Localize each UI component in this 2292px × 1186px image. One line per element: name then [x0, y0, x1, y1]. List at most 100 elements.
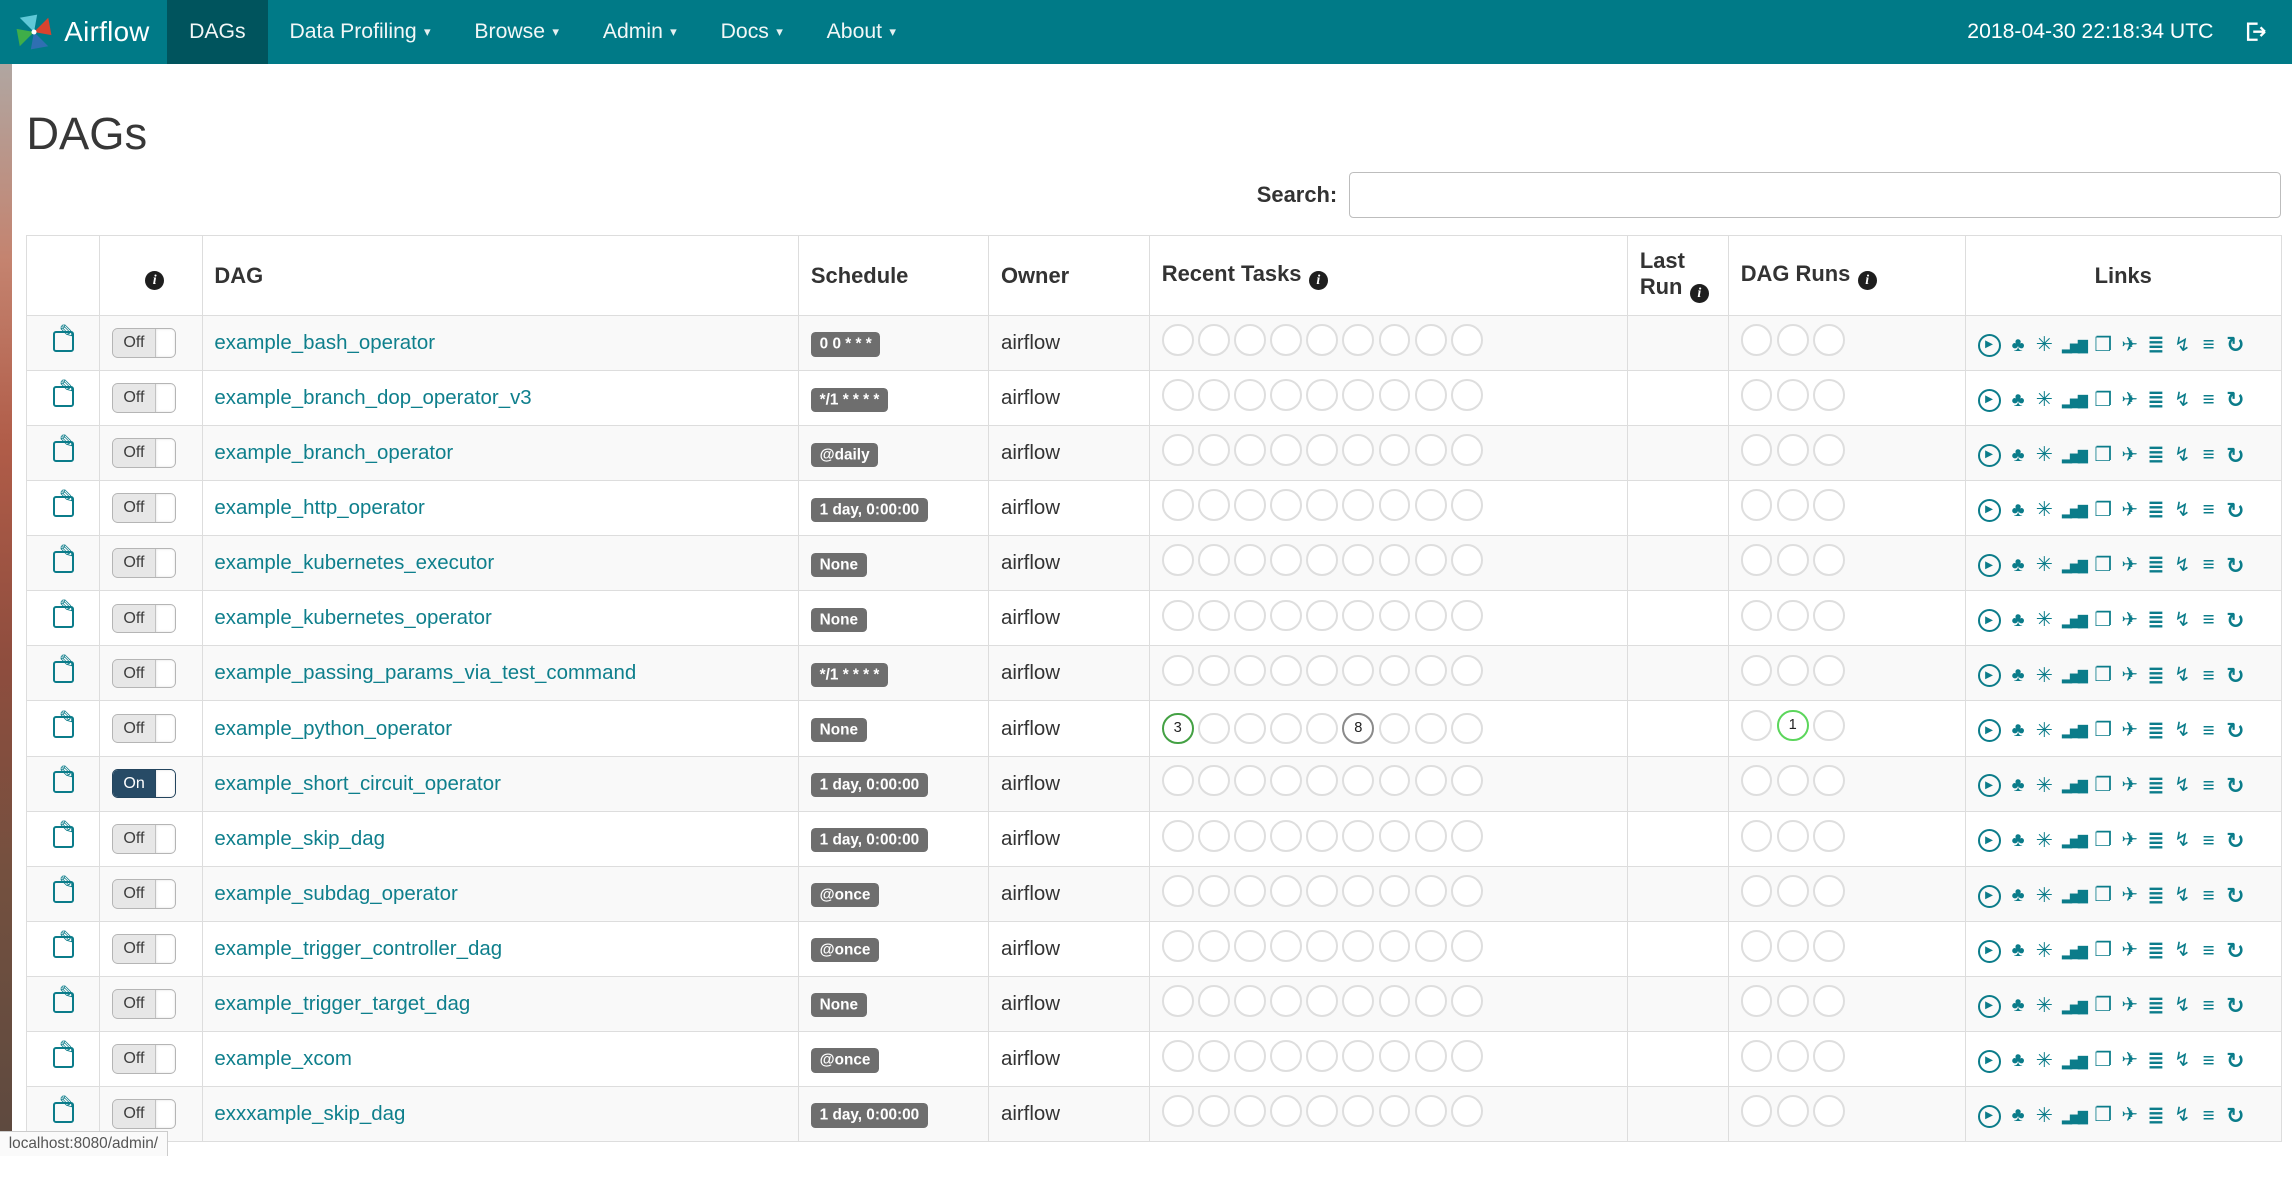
- task-state-circle[interactable]: [1270, 324, 1302, 356]
- tasks-duration-icon[interactable]: ▂▅▇: [2062, 669, 2086, 682]
- task-state-circle[interactable]: [1162, 875, 1194, 907]
- refresh-icon[interactable]: ↻: [2226, 830, 2244, 852]
- task-state-circle[interactable]: [1342, 434, 1374, 466]
- task-state-circle[interactable]: [1270, 489, 1302, 521]
- task-state-circle[interactable]: [1777, 1095, 1809, 1127]
- code-view-icon[interactable]: ↯: [2173, 1106, 2191, 1126]
- landing-times-icon[interactable]: ✈: [2121, 336, 2139, 356]
- edit-dag-button[interactable]: [53, 878, 75, 902]
- task-state-circle[interactable]: [1813, 324, 1845, 356]
- task-state-circle[interactable]: [1741, 434, 1773, 466]
- task-state-circle[interactable]: [1741, 655, 1773, 687]
- nav-item-dags[interactable]: DAGs: [167, 0, 267, 64]
- refresh-icon[interactable]: ↻: [2226, 334, 2244, 356]
- task-state-circle[interactable]: [1306, 489, 1338, 521]
- nav-item-admin[interactable]: Admin: [581, 0, 699, 64]
- code-view-icon[interactable]: ↯: [2173, 1051, 2191, 1071]
- task-state-circle[interactable]: [1451, 324, 1483, 356]
- task-state-circle[interactable]: [1451, 713, 1483, 745]
- tasks-duration-icon[interactable]: ▂▅▇: [2062, 1000, 2086, 1013]
- task-state-circle[interactable]: [1270, 1095, 1302, 1127]
- task-state-circle[interactable]: [1415, 544, 1447, 576]
- edit-dag-button[interactable]: [53, 934, 75, 958]
- task-state-circle[interactable]: [1342, 1040, 1374, 1072]
- task-tries-icon[interactable]: ❐: [2094, 501, 2112, 521]
- graph-view-icon[interactable]: ✳: [2036, 390, 2054, 410]
- landing-times-icon[interactable]: ✈: [2121, 831, 2139, 851]
- nav-item-docs[interactable]: Docs: [699, 0, 805, 64]
- task-state-circle[interactable]: [1415, 875, 1447, 907]
- task-state-circle[interactable]: [1741, 600, 1773, 632]
- dag-pause-toggle[interactable]: On: [112, 769, 176, 799]
- refresh-icon[interactable]: ↻: [2226, 610, 2244, 632]
- logs-icon[interactable]: ≡: [2200, 1051, 2218, 1071]
- trigger-dag-icon[interactable]: ▶: [1978, 609, 2001, 632]
- code-view-icon[interactable]: ↯: [2173, 391, 2191, 411]
- logs-icon[interactable]: ≡: [2200, 831, 2218, 851]
- task-state-circle[interactable]: [1379, 489, 1411, 521]
- task-state-circle[interactable]: [1306, 434, 1338, 466]
- landing-times-icon[interactable]: ✈: [2121, 556, 2139, 576]
- tasks-duration-icon[interactable]: ▂▅▇: [2062, 449, 2086, 462]
- dag-link[interactable]: example_trigger_target_dag: [214, 992, 470, 1015]
- trigger-dag-icon[interactable]: ▶: [1978, 885, 2001, 908]
- task-state-circle[interactable]: [1234, 875, 1266, 907]
- gantt-icon[interactable]: ≣: [2147, 996, 2165, 1016]
- task-state-circle[interactable]: [1415, 379, 1447, 411]
- task-state-circle[interactable]: [1342, 324, 1374, 356]
- edit-dag-button[interactable]: [53, 989, 75, 1013]
- task-tries-icon[interactable]: ❐: [2094, 556, 2112, 576]
- task-state-circle[interactable]: [1379, 930, 1411, 962]
- task-state-circle[interactable]: [1342, 765, 1374, 797]
- task-state-circle[interactable]: [1415, 655, 1447, 687]
- task-state-circle[interactable]: [1813, 820, 1845, 852]
- task-state-circle[interactable]: [1813, 489, 1845, 521]
- gantt-icon[interactable]: ≣: [2147, 445, 2165, 465]
- task-tries-icon[interactable]: ❐: [2094, 611, 2112, 631]
- task-state-circle[interactable]: [1342, 544, 1374, 576]
- trigger-dag-icon[interactable]: ▶: [1978, 444, 2001, 467]
- dag-link[interactable]: example_bash_operator: [214, 331, 435, 354]
- code-view-icon[interactable]: ↯: [2173, 556, 2191, 576]
- refresh-icon[interactable]: ↻: [2226, 720, 2244, 742]
- task-state-circle[interactable]: [1234, 600, 1266, 632]
- task-state-circle[interactable]: [1777, 544, 1809, 576]
- task-state-circle[interactable]: [1813, 765, 1845, 797]
- task-state-circle[interactable]: [1415, 985, 1447, 1017]
- task-state-circle[interactable]: [1451, 765, 1483, 797]
- logs-icon[interactable]: ≡: [2200, 445, 2218, 465]
- code-view-icon[interactable]: ↯: [2173, 721, 2191, 741]
- dag-pause-toggle[interactable]: Off: [112, 824, 176, 854]
- task-state-circle[interactable]: [1198, 434, 1230, 466]
- code-view-icon[interactable]: ↯: [2173, 996, 2191, 1016]
- logs-icon[interactable]: ≡: [2200, 390, 2218, 410]
- dag-pause-toggle[interactable]: Off: [112, 548, 176, 578]
- task-state-circle[interactable]: [1162, 600, 1194, 632]
- task-state-circle[interactable]: [1270, 379, 1302, 411]
- code-view-icon[interactable]: ↯: [2173, 611, 2191, 631]
- task-state-circle[interactable]: [1306, 713, 1338, 745]
- task-state-circle[interactable]: [1415, 713, 1447, 745]
- trigger-dag-icon[interactable]: ▶: [1978, 554, 2001, 577]
- tasks-duration-icon[interactable]: ▂▅▇: [2062, 394, 2086, 407]
- task-state-circle[interactable]: [1451, 985, 1483, 1017]
- task-state-circle[interactable]: [1451, 489, 1483, 521]
- task-state-circle[interactable]: [1306, 544, 1338, 576]
- dag-link[interactable]: example_python_operator: [214, 717, 452, 740]
- dag-pause-toggle[interactable]: Off: [112, 989, 176, 1019]
- tasks-duration-icon[interactable]: ▂▅▇: [2062, 834, 2086, 847]
- graph-view-icon[interactable]: ✳: [2036, 500, 2054, 520]
- tree-view-icon[interactable]: ♣: [2009, 941, 2027, 961]
- logs-icon[interactable]: ≡: [2200, 941, 2218, 961]
- task-state-circle[interactable]: [1777, 1040, 1809, 1072]
- tree-view-icon[interactable]: ♣: [2009, 1106, 2027, 1126]
- task-state-circle[interactable]: [1379, 985, 1411, 1017]
- task-state-circle[interactable]: [1415, 434, 1447, 466]
- edit-dag-button[interactable]: [53, 603, 75, 627]
- task-state-circle[interactable]: [1162, 1095, 1194, 1127]
- task-state-circle[interactable]: [1741, 544, 1773, 576]
- dag-pause-toggle[interactable]: Off: [112, 438, 176, 468]
- dag-link[interactable]: example_skip_dag: [214, 827, 385, 850]
- task-state-circle[interactable]: [1162, 489, 1194, 521]
- refresh-icon[interactable]: ↻: [2226, 389, 2244, 411]
